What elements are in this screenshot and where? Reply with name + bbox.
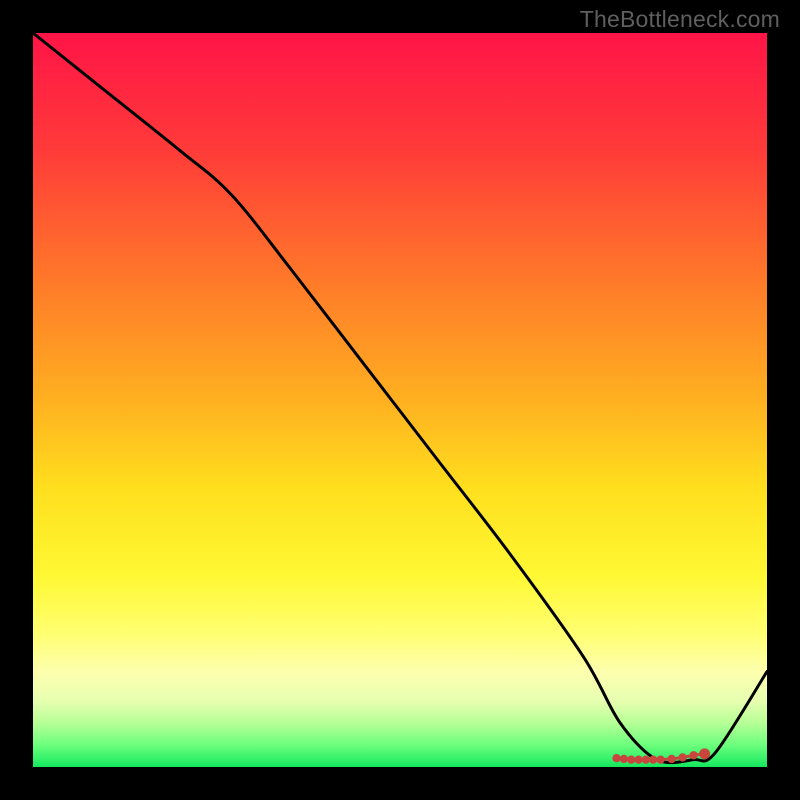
marker-dot [656, 755, 664, 763]
plot-overlay [33, 33, 767, 767]
plot-area [30, 30, 770, 770]
marker-dot [678, 753, 686, 761]
marker-dot [612, 754, 620, 762]
marker-dot [667, 755, 675, 763]
chart-stage: TheBottleneck.com [0, 0, 800, 800]
marker-dot [649, 755, 657, 763]
marker-dot-end [699, 748, 710, 759]
marker-dot [634, 755, 642, 763]
watermark-text: TheBottleneck.com [580, 6, 780, 33]
optimal-range-markers [612, 748, 710, 763]
marker-dot [627, 755, 635, 763]
bottleneck-curve [33, 33, 767, 763]
marker-dot [642, 755, 650, 763]
marker-dot [689, 751, 697, 759]
marker-dot [620, 755, 628, 763]
